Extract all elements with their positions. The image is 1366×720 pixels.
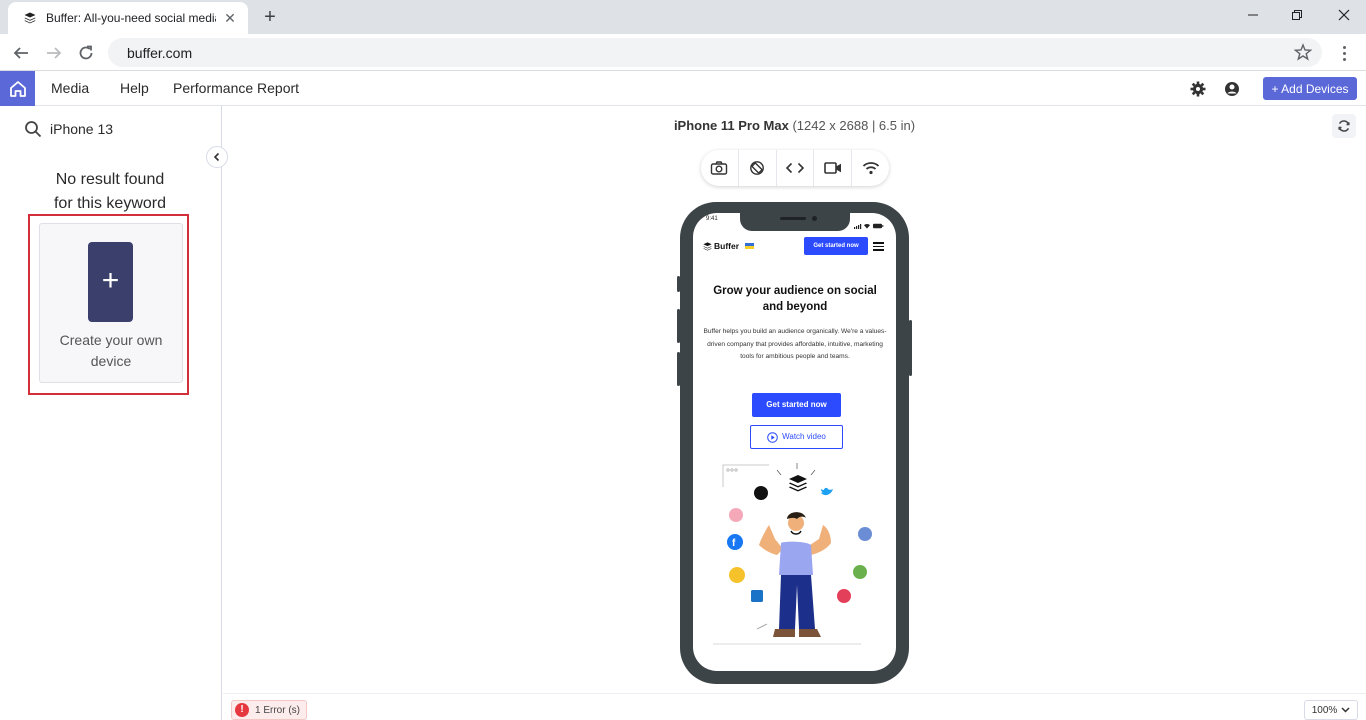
wifi-icon[interactable] bbox=[852, 150, 889, 186]
hero-headline: Grow your audience on social and beyond bbox=[713, 285, 877, 313]
new-tab-icon[interactable]: + bbox=[260, 7, 280, 27]
browser-tab-bar: Buffer: All-you-need social media ✕ + bbox=[0, 0, 1366, 34]
code-icon[interactable] bbox=[777, 150, 815, 186]
phone-notch bbox=[740, 213, 850, 231]
tab-close-icon[interactable]: ✕ bbox=[222, 10, 238, 26]
chevron-left-icon bbox=[213, 152, 220, 162]
rotate-icon[interactable] bbox=[739, 150, 777, 186]
no-result-message: No result found for this keyword bbox=[20, 168, 200, 216]
address-bar: buffer.com bbox=[0, 34, 1366, 71]
url-text: buffer.com bbox=[127, 45, 193, 61]
phone-camera bbox=[812, 216, 817, 221]
get-started-button[interactable]: Get started now bbox=[752, 393, 841, 417]
nav-get-started-button[interactable]: Get started now bbox=[804, 237, 868, 255]
footer-divider bbox=[223, 693, 1366, 694]
bookmark-star-icon[interactable] bbox=[1293, 43, 1313, 61]
error-indicator[interactable]: ! 1 Error (s) bbox=[231, 700, 307, 720]
restore-icon[interactable] bbox=[1283, 5, 1311, 25]
screenshot-camera-icon[interactable] bbox=[701, 150, 739, 186]
back-icon[interactable] bbox=[10, 42, 32, 64]
zoom-select[interactable]: 100% bbox=[1304, 700, 1358, 720]
tab-title: Buffer: All-you-need social media bbox=[46, 11, 216, 25]
chevron-down-icon bbox=[1341, 707, 1350, 713]
zoom-value: 100% bbox=[1311, 704, 1338, 716]
phone-speaker bbox=[780, 217, 806, 220]
device-name: iPhone 11 Pro Max bbox=[673, 118, 789, 133]
device-preview-area: iPhone 11 Pro Max (1242 x 2688 | 6.5 in) bbox=[223, 106, 1366, 720]
url-field[interactable]: buffer.com bbox=[108, 38, 1322, 67]
search-icon bbox=[24, 120, 42, 138]
device-search-input[interactable] bbox=[50, 119, 200, 139]
create-device-label: Create your own device bbox=[50, 330, 172, 372]
error-count: 1 Error (s) bbox=[255, 704, 300, 716]
browser-menu-icon[interactable] bbox=[1336, 42, 1352, 64]
collapse-sidebar-button[interactable] bbox=[206, 146, 228, 168]
no-result-line-1: No result found bbox=[55, 171, 165, 188]
create-device-label-line-1: Create your own bbox=[59, 332, 163, 348]
no-result-line-2: for this keyword bbox=[53, 195, 167, 212]
settings-gear-icon[interactable] bbox=[1189, 80, 1207, 98]
account-icon[interactable] bbox=[1223, 80, 1241, 98]
device-toolbar bbox=[701, 150, 889, 186]
status-time: 9:41 bbox=[706, 216, 718, 222]
menu-help[interactable]: Help bbox=[120, 80, 149, 96]
device-title: iPhone 11 Pro Max (1242 x 2688 | 6.5 in) bbox=[223, 118, 1366, 133]
buffer-favicon-icon bbox=[22, 10, 38, 26]
phone-frame: 9:41 Buffer Get started now Grow your au… bbox=[680, 202, 909, 684]
device-specs: (1242 x 2688 | 6.5 in) bbox=[792, 118, 916, 133]
sync-icon[interactable] bbox=[1332, 114, 1356, 138]
error-alert-icon: ! bbox=[235, 703, 249, 717]
home-icon[interactable] bbox=[0, 71, 35, 106]
browser-tab[interactable]: Buffer: All-you-need social media ✕ bbox=[8, 2, 248, 34]
app-header: Media Help Performance Report + Add Devi… bbox=[0, 71, 1366, 106]
status-icons bbox=[854, 216, 884, 229]
ukraine-flag-icon bbox=[745, 243, 755, 249]
reload-icon[interactable] bbox=[75, 42, 97, 64]
site-nav: Buffer Get started now bbox=[703, 237, 886, 255]
play-circle-icon bbox=[767, 431, 778, 443]
video-icon[interactable] bbox=[814, 150, 853, 186]
buffer-logo[interactable]: Buffer bbox=[703, 241, 755, 251]
add-devices-button[interactable]: + Add Devices bbox=[1263, 77, 1357, 100]
hamburger-menu-icon[interactable] bbox=[873, 242, 884, 251]
menu-performance-report[interactable]: Performance Report bbox=[173, 80, 299, 96]
device-sidebar: No result found for this keyword + Creat… bbox=[0, 106, 222, 720]
minimize-icon[interactable] bbox=[1239, 5, 1267, 25]
plus-icon: + bbox=[88, 242, 133, 322]
menu-media[interactable]: Media bbox=[51, 80, 89, 96]
forward-icon[interactable] bbox=[43, 42, 65, 64]
buffer-logo-text: Buffer bbox=[714, 241, 740, 251]
watch-video-button[interactable]: Watch video bbox=[750, 425, 843, 449]
create-device-card[interactable]: + Create your own device bbox=[39, 223, 183, 383]
window-close-icon[interactable] bbox=[1330, 5, 1358, 25]
phone-side-button bbox=[909, 320, 912, 376]
buffer-logo-icon bbox=[703, 241, 712, 251]
watch-video-label: Watch video bbox=[782, 432, 826, 441]
hero-description: Buffer helps you build an audience organ… bbox=[703, 328, 887, 360]
create-device-label-line-2: device bbox=[90, 353, 132, 369]
hero-illustration: f bbox=[713, 463, 872, 645]
phone-screen: 9:41 Buffer Get started now Grow your au… bbox=[693, 213, 896, 671]
